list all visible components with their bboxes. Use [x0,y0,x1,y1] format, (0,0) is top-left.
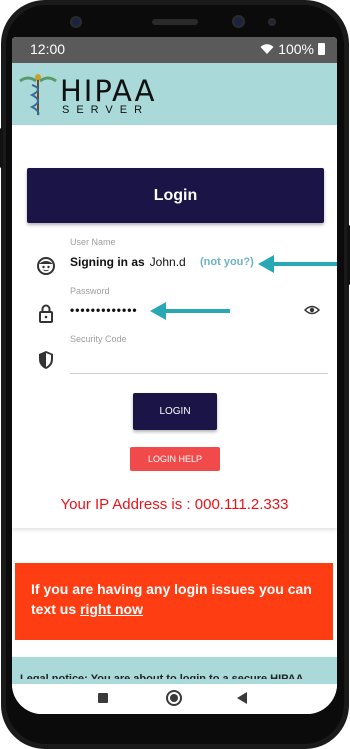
username-value: John.d [149,255,186,269]
legal-notice-text: Legal notice: You are about to login to … [20,673,304,679]
battery-percent: 100% [278,41,314,57]
status-bar: 12:00 100% [12,37,337,63]
eye-icon[interactable] [304,305,320,315]
app-content: HIPAA SERVER Login User Name Signing in … [12,63,337,697]
status-icons: 100% [260,41,325,57]
front-camera-2 [232,15,245,28]
annotation-arrow-password [164,309,230,313]
username-display: Signing in as John.d [70,255,186,269]
back-icon[interactable] [237,692,247,704]
signing-in-as-label: Signing in as [70,255,145,269]
security-code-input[interactable] [70,373,328,374]
right-now-link[interactable]: right now [80,601,143,617]
earpiece-speaker [152,19,198,25]
logo-title: HIPAA [60,74,157,108]
screen: 12:00 100% HIPAA SERVER Login User Name [12,37,337,714]
status-time: 12:00 [30,41,66,57]
home-icon[interactable] [166,690,182,706]
login-card: Login User Name Signing in as John.d (no… [12,125,337,528]
login-issues-alert: If you are having any login issues you c… [15,563,333,640]
wifi-icon [260,43,274,54]
username-label: User Name [70,237,116,247]
caduceus-icon [19,74,57,116]
alert-text: If you are having any login issues you c… [31,581,312,617]
annotation-arrowhead-username [258,255,274,273]
battery-icon [318,43,325,55]
password-label: Password [70,286,110,296]
ip-address-text: Your IP Address is : 000.111.2.333 [60,496,289,513]
logo[interactable]: HIPAA SERVER [18,73,158,117]
sensor [268,18,276,26]
android-nav-bar [12,684,337,714]
login-button[interactable]: LOGIN [133,393,217,430]
login-banner: Login [27,168,324,223]
login-help-button[interactable]: LOGIN HELP [130,447,220,471]
annotation-arrowhead-password [150,302,166,320]
app-header: HIPAA SERVER [12,63,337,125]
power-button [0,128,3,168]
user-face-icon [37,257,55,275]
password-field[interactable]: ••••••••••••• [70,303,138,317]
front-camera [70,16,82,28]
recents-icon[interactable] [98,693,108,703]
annotation-arrow-username [269,262,337,266]
not-you-link[interactable]: (not you?) [200,256,254,268]
lock-icon [39,304,53,323]
logo-subtitle: SERVER [62,104,150,116]
security-code-label: Security Code [70,334,127,344]
shield-icon [39,351,53,369]
